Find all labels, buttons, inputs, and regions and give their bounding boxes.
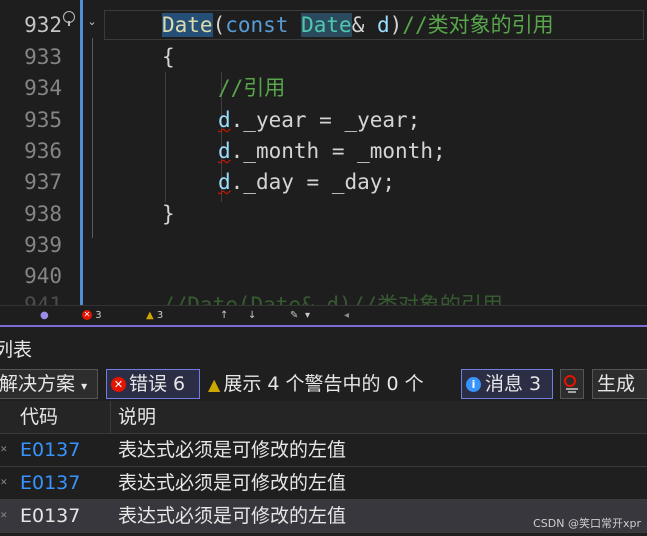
warnings-filter-button[interactable]: ▲ 展示 4 个警告中的 0 个 <box>208 369 424 399</box>
error-list-toolbar: 解决方案 ▾ ✕ 错误 6 ▲ 展示 4 个警告中的 0 个 i 消息 3 生成 <box>0 367 647 401</box>
line-number: 937 <box>24 170 62 194</box>
code-editor[interactable]: 932 933 934 935 936 937 938 939 940 941 … <box>0 0 647 305</box>
error-code-link[interactable]: E0137 <box>20 500 80 532</box>
error-row-icon: ✕ <box>0 478 8 488</box>
column-separator[interactable] <box>110 401 111 434</box>
table-row[interactable]: ✕ E0137 表达式必须是可修改的左值 <box>0 434 647 467</box>
warning-icon: ▲ <box>146 310 154 321</box>
type-name: Date <box>301 13 352 37</box>
line-number: 936 <box>24 139 62 163</box>
error-list-panel: 列表 解决方案 ▾ ✕ 错误 6 ▲ 展示 4 个警告中的 0 个 i 消息 3 生成… <box>0 325 647 536</box>
line-number: 938 <box>24 202 62 226</box>
chevron-down-icon: ▾ <box>81 379 88 393</box>
function-name: Date <box>162 13 213 37</box>
editor-status-strip: ● ✕ 3 ▲ 3 ↑ ↓ ✎ ▾ ◂ <box>0 305 647 325</box>
filter-icon <box>564 375 578 393</box>
errors-filter-label: 错误 6 <box>129 373 186 395</box>
code-line-937: d._day = _day; <box>218 170 396 194</box>
error-code-link[interactable]: E0137 <box>20 467 80 499</box>
down-arrow-icon[interactable]: ↓ <box>248 309 256 323</box>
error-icon: ✕ <box>111 377 126 392</box>
brush-icon[interactable]: ✎ <box>290 309 298 323</box>
code-line-935: d._year = _year; <box>218 108 421 132</box>
fold-guide <box>92 38 93 238</box>
code-line-932: Date(const Date& d)//类对象的引用 <box>162 13 554 37</box>
line-number: 940 <box>24 264 62 288</box>
messages-filter-button[interactable]: i 消息 3 <box>461 369 553 399</box>
line-number: 933 <box>24 45 62 69</box>
line-number: 932 <box>24 13 62 37</box>
table-row[interactable]: ✕ E0137 表达式必须是可修改的左值 <box>0 467 647 500</box>
warning-indicator[interactable]: ▲ 3 <box>146 309 163 323</box>
panel-title: 列表 <box>0 339 33 361</box>
column-header-description[interactable]: 说明 <box>118 401 156 433</box>
scroll-left-icon[interactable]: ◂ <box>344 309 349 323</box>
error-row-icon: ✕ <box>0 445 8 455</box>
warning-icon: ▲ <box>208 375 221 394</box>
line-number: 934 <box>24 76 62 100</box>
code-line-933: { <box>162 45 175 69</box>
code-line-941: //Date(Date& d)//类对象的引用 <box>162 293 503 305</box>
error-code-link[interactable]: E0137 <box>20 434 80 466</box>
code-line-936: d._month = _month; <box>218 139 446 163</box>
warning-count: 3 <box>156 310 164 321</box>
line-number: 939 <box>24 233 62 257</box>
change-tracking-bar <box>80 0 83 305</box>
info-icon: i <box>466 377 481 392</box>
error-count: 3 <box>95 310 102 321</box>
line-number: 941 <box>24 293 62 305</box>
scope-dropdown[interactable]: 解决方案 ▾ <box>0 369 98 399</box>
param-name: d <box>376 13 390 37</box>
indent-guide <box>165 72 166 202</box>
build-source-label: 生成 <box>597 373 636 395</box>
code-lines: Date(const Date& d)//类对象的引用 { //引用 d._ye… <box>104 0 554 305</box>
filter-options-button[interactable] <box>560 369 584 399</box>
table-header: 代码 说明 <box>0 401 647 434</box>
const-keyword: const <box>225 13 289 37</box>
line-number: 935 <box>24 108 62 132</box>
error-row-icon: ✕ <box>0 511 8 521</box>
watermark: CSDN @笑口常开xpr <box>533 517 641 530</box>
intellicode-icon[interactable]: ● <box>40 309 49 323</box>
error-description: 表达式必须是可修改的左值 <box>118 472 347 494</box>
code-line-938: } <box>162 202 175 226</box>
error-description: 表达式必须是可修改的左值 <box>118 439 347 461</box>
build-source-dropdown[interactable]: 生成 <box>592 369 647 399</box>
messages-filter-label: 消息 3 <box>485 373 542 395</box>
code-line-934: //引用 <box>218 76 286 100</box>
error-icon: ✕ <box>82 310 92 320</box>
scope-dropdown-label: 解决方案 <box>0 373 76 395</box>
errors-filter-button[interactable]: ✕ 错误 6 <box>106 369 200 399</box>
warnings-filter-label: 展示 4 个警告中的 0 个 <box>223 373 424 395</box>
quick-action-lightbulb-icon[interactable] <box>63 11 75 26</box>
chevron-down-icon[interactable]: ⌄ <box>86 16 98 28</box>
column-header-code[interactable]: 代码 <box>20 401 58 433</box>
line-comment: //类对象的引用 <box>402 13 554 37</box>
error-description: 表达式必须是可修改的左值 <box>118 505 347 527</box>
chevron-down-icon[interactable]: ▾ <box>305 309 310 323</box>
error-indicator[interactable]: ✕ 3 <box>82 309 102 323</box>
up-arrow-icon[interactable]: ↑ <box>220 309 228 323</box>
